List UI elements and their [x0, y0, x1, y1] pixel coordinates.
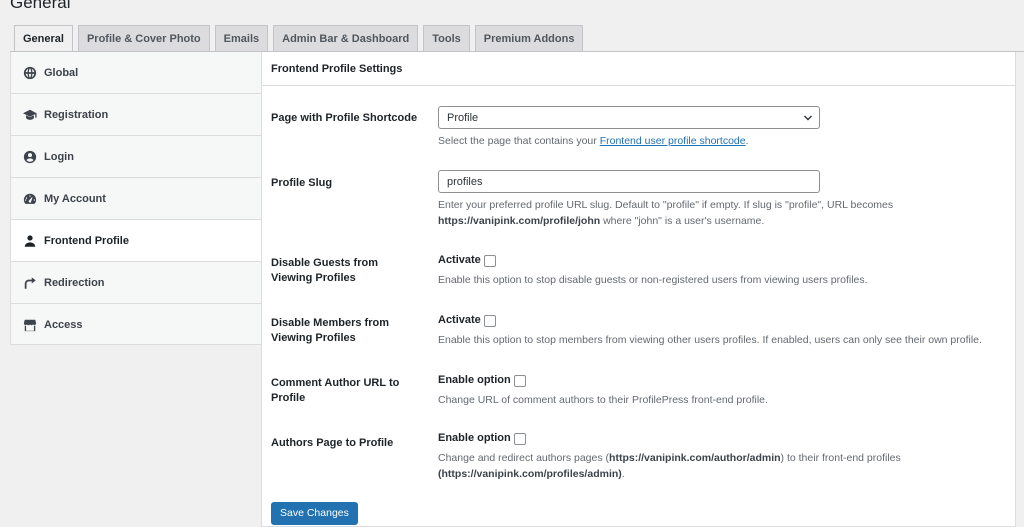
sidebar-item-my-account[interactable]: My Account — [11, 178, 261, 220]
comment-author-check-label: Enable option — [438, 374, 511, 386]
tab-tools[interactable]: Tools — [423, 25, 470, 52]
redirect-arrow-icon — [23, 276, 37, 290]
authors-page-description: Change and redirect authors pages (https… — [438, 452, 901, 480]
profile-slug-field: Enter your preferred profile URL slug. D… — [438, 170, 1008, 229]
shortcode-page-select[interactable]: Profile — [438, 106, 820, 129]
settings-panel: Frontend Profile Settings Page with Prof… — [261, 52, 1016, 527]
disable-members-checkbox[interactable] — [483, 314, 496, 327]
shortcode-page-label: Page with Profile Shortcode — [271, 112, 418, 124]
shortcode-page-field: Profile Select the page that contains yo… — [438, 106, 1008, 149]
sidebar-item-label: Registration — [44, 108, 109, 121]
sidebar-item-label: My Account — [44, 192, 106, 205]
disable-guests-label: Disable Guests from Viewing Profiles — [271, 257, 378, 284]
tab-premium-addons[interactable]: Premium Addons — [474, 25, 584, 52]
settings-sidebar: Global Registration Login My Account Fro… — [10, 52, 262, 345]
settings-tabs: General Profile & Cover Photo Emails Adm… — [14, 25, 584, 53]
sidebar-item-label: Access — [44, 318, 83, 331]
sidebar-item-global[interactable]: Global — [11, 52, 261, 94]
user-icon — [23, 234, 37, 248]
sidebar-item-access[interactable]: Access — [11, 304, 261, 345]
disable-members-field: Activate Enable this option to stop memb… — [438, 313, 1008, 348]
comment-author-label: Comment Author URL to Profile — [271, 377, 400, 404]
globe-icon — [23, 66, 37, 80]
sidebar-item-frontend-profile[interactable]: Frontend Profile — [11, 220, 262, 262]
tab-admin-bar-dashboard[interactable]: Admin Bar & Dashboard — [273, 25, 419, 52]
authors-page-check-label: Enable option — [438, 432, 511, 444]
comment-author-field: Enable option Change URL of comment auth… — [438, 373, 1008, 408]
frontend-profile-shortcode-link[interactable]: Frontend user profile shortcode — [600, 135, 746, 147]
sidebar-item-label: Redirection — [44, 276, 105, 289]
disable-members-description: Enable this option to stop members from … — [438, 334, 982, 346]
tab-profile-cover-photo[interactable]: Profile & Cover Photo — [77, 25, 210, 52]
disable-guests-checkbox[interactable] — [483, 254, 496, 267]
comment-author-checkbox[interactable] — [513, 374, 526, 387]
authors-page-checkbox[interactable] — [513, 432, 526, 445]
chevron-down-icon — [804, 115, 812, 120]
disable-guests-check-label: Activate — [438, 254, 481, 266]
tab-general[interactable]: General — [14, 25, 73, 53]
comment-author-description: Change URL of comment authors to their P… — [438, 394, 768, 406]
disable-members-label: Disable Members from Viewing Profiles — [271, 317, 389, 344]
page-title: General — [10, 0, 71, 12]
tab-emails[interactable]: Emails — [214, 25, 269, 52]
sidebar-item-redirection[interactable]: Redirection — [11, 262, 261, 304]
authors-page-label: Authors Page to Profile — [271, 437, 394, 449]
authors-page-field: Enable option Change and redirect author… — [438, 431, 1008, 482]
sidebar-item-label: Login — [44, 150, 74, 163]
shortcode-page-description: Select the page that contains your Front… — [438, 135, 749, 147]
user-circle-icon — [23, 150, 37, 164]
profile-slug-input[interactable] — [438, 170, 820, 193]
sidebar-item-registration[interactable]: Registration — [11, 94, 261, 136]
disable-guests-field: Activate Enable this option to stop disa… — [438, 253, 1008, 288]
profile-slug-label: Profile Slug — [271, 177, 333, 189]
sidebar-item-login[interactable]: Login — [11, 136, 261, 178]
disable-guests-description: Enable this option to stop disable guest… — [438, 274, 868, 286]
graduation-cap-icon — [23, 108, 37, 122]
profile-slug-description: Enter your preferred profile URL slug. D… — [438, 199, 894, 227]
store-icon — [23, 318, 37, 332]
sidebar-item-label: Frontend Profile — [44, 234, 129, 247]
sidebar-item-label: Global — [44, 66, 79, 79]
shortcode-page-selected: Profile — [447, 111, 479, 124]
save-changes-button[interactable]: Save Changes — [271, 502, 358, 525]
disable-members-check-label: Activate — [438, 314, 481, 326]
panel-title: Frontend Profile Settings — [262, 52, 1015, 86]
dashboard-icon — [23, 192, 37, 206]
